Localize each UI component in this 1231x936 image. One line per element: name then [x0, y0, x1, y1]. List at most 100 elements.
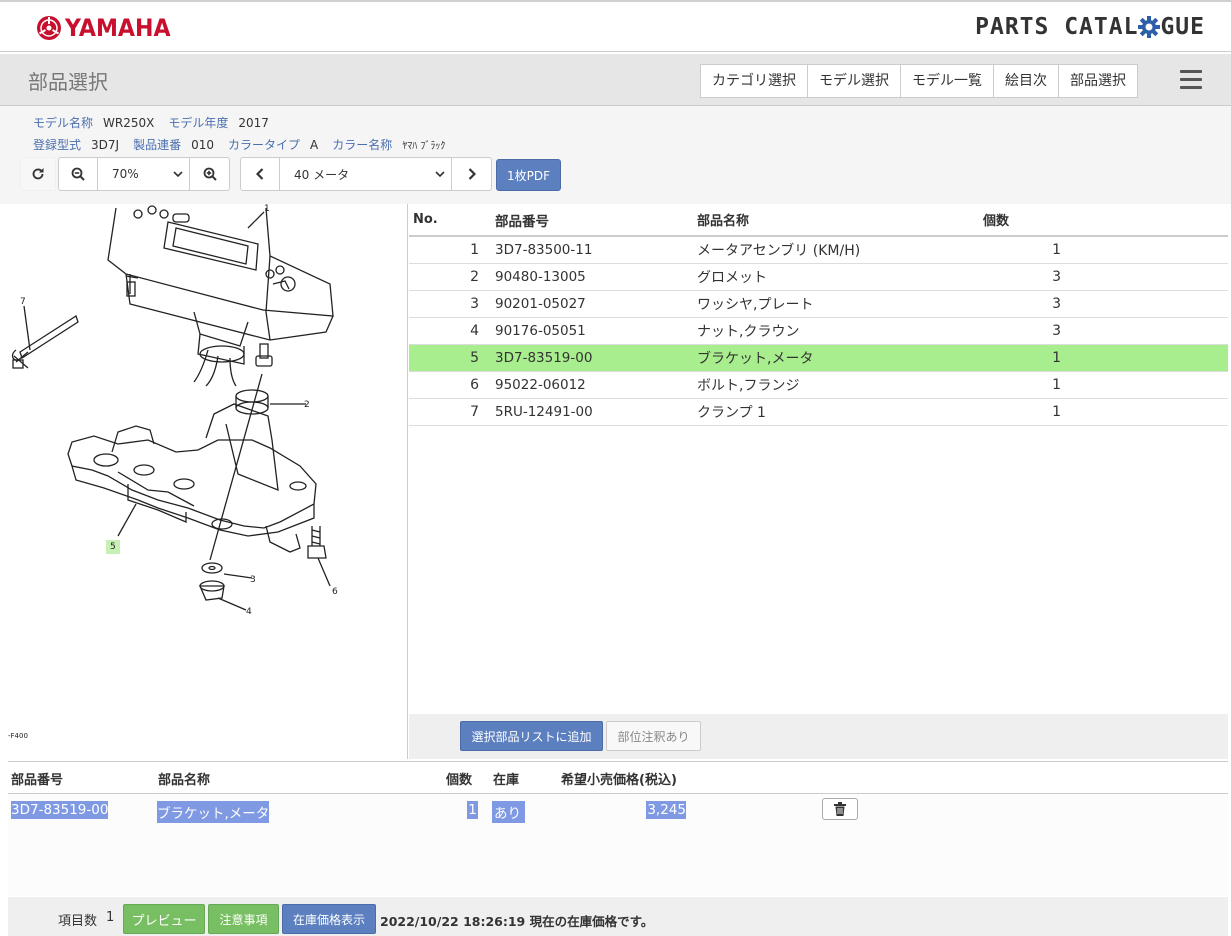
- zoom-in-button[interactable]: [190, 157, 230, 191]
- nav-category-select[interactable]: カテゴリ選択: [701, 65, 808, 97]
- row-no: 5: [470, 350, 479, 366]
- meter-exploded-view[interactable]: 1 2 3 4 5 6 7 -F400: [8, 204, 408, 759]
- chevron-down-icon: [173, 170, 183, 177]
- row-no: 4: [470, 323, 479, 339]
- color-type-label: カラータイプ: [228, 138, 301, 152]
- sl-col-stock: 在庫: [493, 773, 520, 788]
- preview-button[interactable]: プレビュー: [123, 904, 205, 934]
- row-quantity: 1: [1052, 242, 1061, 258]
- model-name-value: WR250X: [103, 116, 155, 130]
- color-name-value: ﾔﾏﾊ ﾌﾞﾗｯｸ: [402, 141, 446, 152]
- model-name-label: モデル名称: [33, 116, 94, 130]
- model-info-row-1: モデル名称 WR250X モデル年度 2017: [33, 114, 283, 131]
- row-part-number: 90480-13005: [495, 269, 586, 285]
- tuning-fork-emblem-icon: [37, 16, 61, 40]
- serial-value: 010: [191, 138, 214, 152]
- parts-table-row[interactable]: 3 90201-05027 ワッシヤ,プレート 3: [409, 291, 1228, 318]
- toolbar: 70% 40 メータ 1枚PDF: [20, 157, 562, 191]
- row-no: 1: [470, 242, 479, 258]
- zoom-in-icon: [203, 167, 217, 181]
- chevron-down-icon: [435, 170, 445, 177]
- row-no: 6: [470, 377, 479, 393]
- yamaha-logo[interactable]: YAMAHA: [36, 14, 180, 42]
- model-year-value: 2017: [238, 116, 269, 130]
- logo-text-b: GUE: [1160, 14, 1205, 40]
- callout-6: 6: [332, 587, 338, 597]
- sl-col-price: 希望小売価格(税込): [561, 773, 677, 788]
- add-to-selected-list-button[interactable]: 選択部品リストに追加: [460, 721, 603, 751]
- parts-table-row[interactable]: 5 3D7-83519-00 ブラケット,メータ 1: [409, 345, 1228, 372]
- callout-4: 4: [246, 607, 252, 617]
- parts-table: No. 部品番号 部品名称 個数 1 3D7-83500-11 メータアセンブリ (…: [409, 204, 1228, 714]
- row-part-name: ボルト,フランジ: [697, 378, 800, 394]
- notes-button[interactable]: 注意事項: [208, 904, 279, 934]
- row-quantity: 3: [1052, 269, 1061, 285]
- col-part-number: 部品番号: [495, 213, 549, 230]
- zoom-out-button[interactable]: [58, 157, 98, 191]
- footer-bar: 項目数 1 プレビュー 注意事項 在庫価格表示 2022/10/22 18:26…: [8, 897, 1228, 936]
- parts-table-row[interactable]: 4 90176-05051 ナット,クラウン 3: [409, 318, 1228, 345]
- trash-icon: [834, 802, 846, 816]
- parts-table-row[interactable]: 2 90480-13005 グロメット 3: [409, 264, 1228, 291]
- callout-2: 2: [304, 400, 310, 410]
- figure-code: -F400: [8, 732, 28, 740]
- color-type-value: A: [310, 138, 319, 152]
- row-quantity: 1: [1052, 350, 1061, 366]
- col-no: No.: [413, 212, 438, 227]
- row-part-number: 95022-06012: [495, 377, 586, 393]
- nav-model-select[interactable]: モデル選択: [808, 65, 901, 97]
- col-part-name: 部品名称: [697, 214, 750, 229]
- row-no: 7: [470, 404, 479, 420]
- item-count-label: 項目数: [58, 914, 98, 929]
- row-part-number: 90176-05051: [495, 323, 586, 339]
- sl-price: 3,245: [646, 801, 686, 819]
- color-name-label: カラー名称: [332, 138, 393, 152]
- row-quantity: 3: [1052, 296, 1061, 312]
- parts-action-bar: 選択部品リストに追加 部位注釈あり: [409, 714, 1228, 759]
- row-no: 2: [470, 269, 479, 285]
- row-part-number: 3D7-83519-00: [495, 350, 593, 366]
- title-bar: 部品選択 カテゴリ選択 モデル選択 モデル一覧 絵目次 部品選択: [0, 54, 1231, 106]
- row-part-name: クランプ 1: [697, 405, 766, 421]
- chevron-right-icon: [468, 168, 476, 180]
- refresh-button[interactable]: [20, 157, 56, 191]
- sl-col-quantity: 個数: [446, 773, 473, 788]
- parts-catalogue-logo: PARTS CATAL GUE: [975, 14, 1205, 40]
- row-part-name: ワッシヤ,プレート: [697, 297, 814, 313]
- item-count-value: 1: [106, 910, 115, 925]
- sl-quantity[interactable]: 1: [467, 801, 478, 819]
- parts-diagram: 1 2 3 4 5 6 7 -F400: [8, 204, 408, 759]
- row-quantity: 3: [1052, 323, 1061, 339]
- position-notes-button[interactable]: 部位注釈あり: [606, 721, 701, 751]
- gear-icon: [1138, 16, 1161, 38]
- next-figure-button[interactable]: [452, 157, 492, 191]
- refresh-icon: [32, 168, 44, 180]
- callout-1: 1: [264, 204, 270, 214]
- hamburger-menu-icon[interactable]: [1180, 70, 1202, 94]
- serial-label: 製品連番: [133, 138, 182, 152]
- nav-illustration-index[interactable]: 絵目次: [994, 65, 1059, 97]
- parts-table-row[interactable]: 1 3D7-83500-11 メータアセンブリ (KM/H) 1: [409, 237, 1228, 264]
- parts-table-row[interactable]: 6 95022-06012 ボルト,フランジ 1: [409, 372, 1228, 399]
- figure-select[interactable]: 40 メータ: [280, 157, 452, 191]
- selected-list-header: 部品番号 部品名称 個数 在庫 希望小売価格(税込): [8, 762, 1228, 794]
- selected-list-row[interactable]: 3D7-83519-00 ブラケット,メータ 1 あり 3,245: [8, 794, 1228, 828]
- nav-model-list[interactable]: モデル一覧: [901, 65, 994, 97]
- stock-status-text: 2022/10/22 18:26:19 現在の在庫価格です。: [380, 914, 654, 929]
- row-part-name: メータアセンブリ (KM/H): [697, 243, 861, 259]
- one-page-pdf-button[interactable]: 1枚PDF: [496, 159, 562, 191]
- row-quantity: 1: [1052, 377, 1061, 393]
- zoom-select[interactable]: 70%: [98, 157, 190, 191]
- sl-stock: あり: [492, 801, 525, 823]
- figure-value: 40 メータ: [294, 167, 350, 182]
- stock-price-button[interactable]: 在庫価格表示: [282, 904, 376, 934]
- delete-button[interactable]: [822, 798, 858, 820]
- sl-part-number: 3D7-83519-00: [11, 801, 109, 819]
- row-part-number: 3D7-83500-11: [495, 242, 593, 258]
- sl-part-name: ブラケット,メータ: [157, 801, 270, 823]
- logo-text-a: PARTS CATAL: [975, 14, 1139, 40]
- prev-figure-button[interactable]: [240, 157, 280, 191]
- row-no: 3: [470, 296, 479, 312]
- nav-part-select[interactable]: 部品選択: [1059, 65, 1137, 97]
- parts-table-row[interactable]: 7 5RU-12491-00 クランプ 1 1: [409, 399, 1228, 426]
